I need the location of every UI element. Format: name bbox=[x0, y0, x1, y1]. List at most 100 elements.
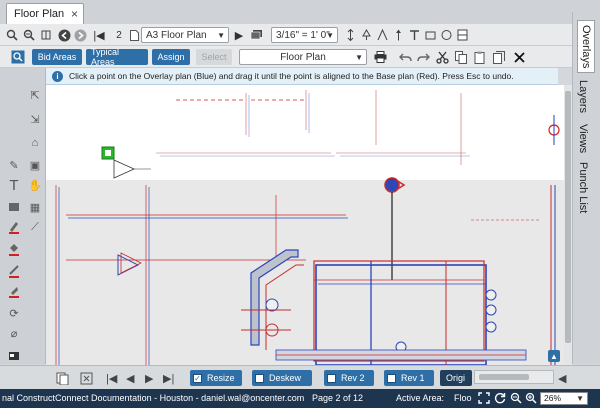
scale-select[interactable]: 3/16" = 1' 0" ▼ bbox=[271, 27, 338, 43]
app-info: nal ConstructConnect Documentation - Hou… bbox=[2, 393, 305, 403]
tab-bar: Floor Plan × bbox=[0, 0, 600, 24]
rev1-label: Rev 1 bbox=[401, 373, 425, 383]
copy-icon[interactable] bbox=[454, 49, 468, 65]
pan-icon[interactable] bbox=[39, 27, 53, 43]
tab-overlays[interactable]: Overlays bbox=[577, 20, 595, 74]
zoom-select[interactable]: 26% ▼ bbox=[540, 392, 588, 405]
status-bar: nal ConstructConnect Documentation - Hou… bbox=[0, 389, 600, 408]
layer-select[interactable]: Floor Plan ▼ bbox=[239, 49, 367, 65]
fill-icon[interactable] bbox=[7, 242, 21, 256]
checkbox-checked-icon: ✓ bbox=[193, 373, 202, 383]
info-icon: i bbox=[52, 70, 63, 82]
next-page-icon[interactable]: ▶ bbox=[145, 370, 153, 386]
forward-icon[interactable] bbox=[73, 27, 87, 43]
layers-tool-icon[interactable]: ⌂ bbox=[28, 136, 42, 150]
zoom-out-icon[interactable] bbox=[510, 392, 522, 406]
measure-up-icon[interactable] bbox=[360, 27, 372, 43]
stamp-icon[interactable]: ▣ bbox=[28, 158, 42, 172]
fullscreen-icon[interactable] bbox=[478, 392, 490, 406]
marker-icon[interactable] bbox=[7, 284, 21, 298]
tab-floor-plan[interactable]: Floor Plan × bbox=[6, 3, 84, 24]
close-tab-icon[interactable]: × bbox=[71, 7, 78, 21]
rev1-toggle[interactable]: Rev 1 bbox=[384, 370, 434, 386]
horizontal-scrollbar-thumb[interactable] bbox=[479, 374, 529, 380]
assign-button[interactable]: Assign bbox=[152, 49, 190, 65]
search-icon[interactable] bbox=[5, 27, 19, 43]
last-page-icon[interactable]: ▶| bbox=[163, 370, 174, 386]
horizontal-scrollbar[interactable] bbox=[474, 370, 554, 384]
scrollbar-thumb[interactable] bbox=[565, 91, 571, 343]
tab-layers[interactable]: Layers bbox=[577, 80, 589, 113]
pan-tool-icon[interactable]: ⇲ bbox=[28, 112, 42, 126]
pencil-icon[interactable]: ✎ bbox=[7, 158, 21, 172]
grid-tool-icon[interactable] bbox=[456, 27, 468, 43]
image-tool-icon[interactable]: ▦ bbox=[28, 200, 42, 214]
side-panel-tabs: Overlays Layers Views Punch List bbox=[572, 12, 600, 364]
checkbox-icon bbox=[255, 373, 264, 383]
refresh-icon[interactable] bbox=[494, 392, 506, 406]
hand-icon[interactable]: ✋ bbox=[28, 178, 42, 192]
circle-tool-icon[interactable] bbox=[440, 27, 452, 43]
tab-views[interactable]: Views bbox=[577, 124, 589, 153]
zoom-in-icon[interactable] bbox=[525, 392, 537, 406]
search-icon[interactable] bbox=[11, 49, 25, 65]
print-icon[interactable] bbox=[373, 49, 387, 65]
measure-angle-icon[interactable] bbox=[376, 27, 388, 43]
rev2-label: Rev 2 bbox=[341, 373, 365, 383]
scroll-left-icon[interactable]: ◀ bbox=[558, 370, 566, 386]
text-tool-icon[interactable]: T bbox=[7, 177, 21, 194]
takeoff-toolbar: Bid Areas Typical Areas Assign Select Fl… bbox=[0, 46, 572, 68]
sheet-select-value: A3 Floor Plan bbox=[146, 29, 207, 41]
prev-page-icon[interactable]: ◀ bbox=[126, 370, 134, 386]
drawing-canvas[interactable] bbox=[46, 85, 564, 365]
page-number[interactable]: 2 bbox=[111, 27, 127, 43]
floor-plan-drawing[interactable] bbox=[46, 85, 564, 365]
select-tool-icon[interactable]: ⇱ bbox=[28, 88, 42, 102]
deskew-toggle[interactable]: Deskew bbox=[252, 370, 312, 386]
back-icon[interactable] bbox=[57, 27, 71, 43]
sheet-select[interactable]: A3 Floor Plan ▼ bbox=[141, 27, 229, 43]
highlighter-icon[interactable] bbox=[7, 220, 21, 234]
checkbox-icon bbox=[387, 373, 396, 383]
bid-areas-button[interactable]: Bid Areas bbox=[32, 49, 82, 65]
cut-icon[interactable] bbox=[435, 49, 449, 65]
paste-icon[interactable] bbox=[473, 49, 487, 65]
typical-areas-button[interactable]: Typical Areas bbox=[86, 47, 148, 67]
overlay-controls: |◀ ◀ ▶ ▶| ✓ Resize Deskew Rev 2 Rev 1 Or… bbox=[0, 365, 600, 389]
vertical-scrollbar[interactable] bbox=[564, 85, 572, 365]
scale-select-value: 3/16" = 1' 0" bbox=[276, 29, 330, 41]
page-view-icon[interactable] bbox=[56, 370, 69, 386]
origin-button[interactable]: Origi bbox=[440, 370, 472, 386]
resize-label: Resize bbox=[207, 373, 235, 383]
resize-toggle[interactable]: ✓ Resize bbox=[190, 370, 242, 386]
close-icon[interactable] bbox=[512, 49, 526, 65]
first-page-icon[interactable]: |◀ bbox=[106, 370, 117, 386]
zoom-icon[interactable] bbox=[22, 27, 36, 43]
fit-page-icon[interactable] bbox=[80, 370, 93, 386]
rectangle-tool-icon[interactable] bbox=[7, 200, 21, 214]
measure-tall-icon[interactable] bbox=[392, 27, 404, 43]
duplicate-icon[interactable] bbox=[492, 49, 506, 65]
first-page-icon[interactable]: |◀ bbox=[92, 27, 106, 43]
tab-title: Floor Plan bbox=[14, 8, 65, 20]
undo-icon[interactable] bbox=[398, 49, 412, 65]
rev2-toggle[interactable]: Rev 2 bbox=[324, 370, 374, 386]
chevron-down-icon: ▼ bbox=[355, 52, 363, 62]
monitor-icon[interactable] bbox=[249, 27, 263, 43]
page-indicator: Page 2 of 12 bbox=[312, 393, 364, 403]
scroll-top-button[interactable]: ▲ bbox=[548, 350, 560, 362]
checkbox-icon bbox=[327, 373, 336, 383]
next-page-icon[interactable]: ▶ bbox=[233, 27, 245, 43]
redo-icon[interactable] bbox=[416, 49, 430, 65]
line-color-icon[interactable] bbox=[7, 264, 21, 278]
info-banner: i Click a point on the Overlay plan (Blu… bbox=[46, 68, 558, 85]
attach-icon[interactable]: ⌀ bbox=[7, 326, 21, 340]
rotate-icon[interactable]: ⟳ bbox=[7, 306, 21, 320]
tab-punch-list[interactable]: Punch List bbox=[577, 162, 589, 213]
text-icon[interactable] bbox=[408, 27, 420, 43]
camera-icon[interactable] bbox=[7, 348, 21, 362]
zoom-value: 26% bbox=[544, 393, 562, 403]
rect-measure-icon[interactable] bbox=[424, 27, 436, 43]
dimension-icon[interactable] bbox=[344, 27, 356, 43]
ruler-icon[interactable]: ⟋ bbox=[28, 220, 42, 234]
